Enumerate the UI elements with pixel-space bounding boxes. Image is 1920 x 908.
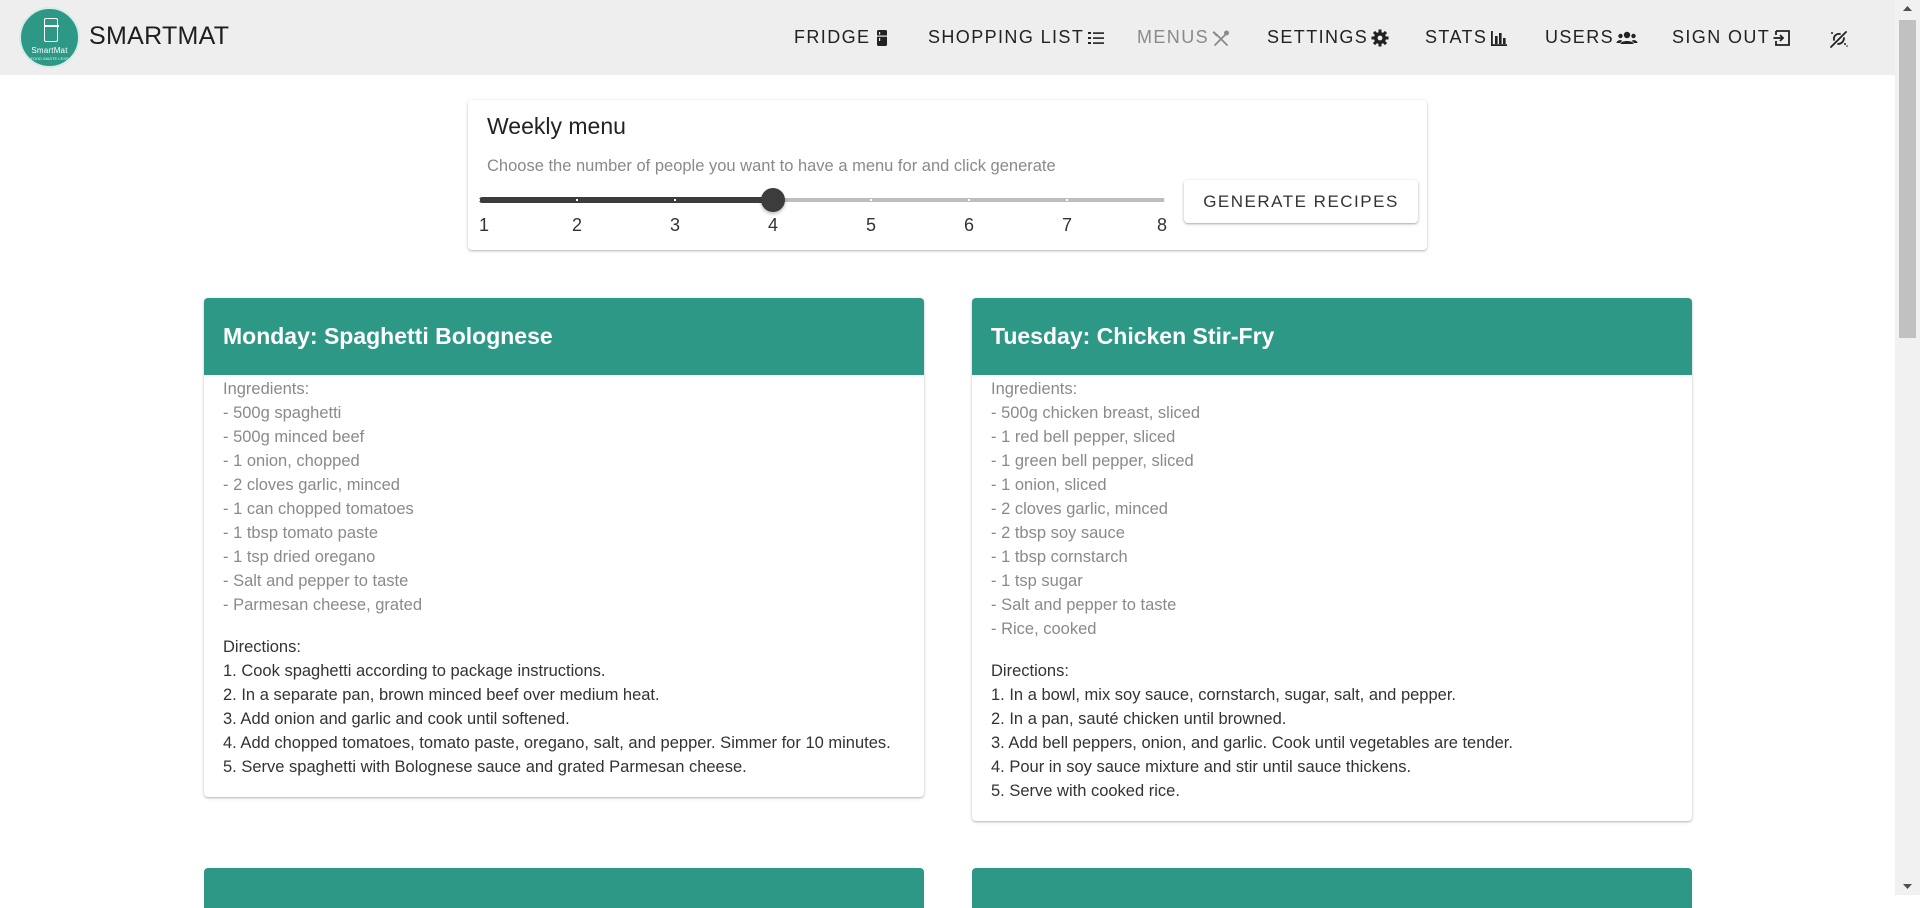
nav-shopping-list-label: SHOPPING LIST [928,27,1085,47]
app-brand: SMARTMAT [89,22,230,50]
recipe-title: Monday: Spaghetti Bolognese [204,298,924,375]
logo-subtext: FOOD WASTE LESS [30,56,69,61]
ingredient-item: - 1 tbsp cornstarch [991,548,1128,566]
nav-menus-label: MENUS [1137,27,1210,47]
bar-chart-icon [1489,28,1509,48]
weekly-menu-title: Weekly menu [487,113,626,139]
directions-section: Directions: 1. Cook spaghetti according … [223,635,905,779]
direction-step: 5. Serve spaghetti with Bolognese sauce … [223,758,747,776]
slider-mark-label[interactable]: 8 [1157,215,1167,236]
ingredients-label: Ingredients: [991,380,1078,398]
slider-mark-label[interactable]: 5 [866,215,876,236]
ingredients-section: Ingredients: - 500g chicken breast, slic… [991,377,1673,641]
slider-mark-label[interactable]: 6 [964,215,974,236]
ingredient-item: - Salt and pepper to taste [223,572,409,590]
ingredient-item: - 1 tsp dried oregano [223,548,376,566]
slider-thumb[interactable] [761,188,785,212]
ingredient-item: - 1 tbsp tomato paste [223,524,379,542]
ingredient-item: - 2 cloves garlic, minced [991,500,1168,518]
direction-step: 5. Serve with cooked rice. [991,782,1180,800]
list-icon [1086,28,1106,48]
ingredient-item: - 500g minced beef [223,428,365,446]
directions-label: Directions: [223,638,301,656]
direction-step: 4. Add chopped tomatoes, tomato paste, o… [223,734,891,752]
slider-mark-label[interactable]: 3 [670,215,680,236]
ingredient-item: - 1 onion, chopped [223,452,360,470]
fridge-icon [872,28,892,48]
slider-tick [968,199,970,201]
recipe-card-tuesday: Tuesday: Chicken Stir-Fry Ingredients: -… [972,298,1692,821]
ingredients-label: Ingredients: [223,380,310,398]
ingredient-item: - 500g spaghetti [223,404,342,422]
direction-step: 1. In a bowl, mix soy sauce, cornstarch,… [991,686,1456,704]
direction-step: 4. Pour in soy sauce mixture and stir un… [991,758,1412,776]
nav-sign-out-label: SIGN OUT [1672,27,1771,47]
direction-step: 3. Add bell peppers, onion, and garlic. … [991,734,1513,752]
logo-text: SmartMat [31,46,68,55]
direction-step: 1. Cook spaghetti according to package i… [223,662,606,680]
slider-mark-label[interactable]: 7 [1062,215,1072,236]
direction-step: 2. In a separate pan, brown minced beef … [223,686,660,704]
directions-label: Directions: [991,662,1069,680]
ingredient-item: - 1 onion, sliced [991,476,1107,494]
recipe-card-monday: Monday: Spaghetti Bolognese Ingredients:… [204,298,924,797]
direction-step: 3. Add onion and garlic and cook until s… [223,710,570,728]
weekly-menu-card: Weekly menu Choose the number of people … [468,100,1427,250]
nav-users-label: USERS [1545,27,1615,47]
scroll-up-arrow-icon[interactable] [1895,0,1920,17]
recipe-title: Tuesday: Chicken Stir-Fry [972,298,1692,375]
gear-icon [1370,28,1390,48]
slider-tick [870,199,872,201]
ingredient-item: - 1 green bell pepper, sliced [991,452,1194,470]
ingredient-item: - Salt and pepper to taste [991,596,1177,614]
weekly-menu-subtitle: Choose the number of people you want to … [487,157,1056,175]
nav-stats[interactable]: STATS [1425,0,1509,75]
page-scrollbar[interactable] [1895,0,1920,895]
generate-recipes-button[interactable]: GENERATE RECIPES [1184,180,1418,223]
utensils-icon [1211,28,1231,48]
slider-tick [478,199,480,201]
slider-mark-label[interactable]: 2 [572,215,582,236]
nav-stats-label: STATS [1425,27,1488,47]
nav-users[interactable]: USERS [1545,0,1638,75]
ingredient-item: - 2 tbsp soy sauce [991,524,1125,542]
app-logo[interactable]: SmartMat FOOD WASTE LESS [19,7,80,68]
ingredient-item: - Parmesan cheese, grated [223,596,423,614]
directions-section: Directions: 1. In a bowl, mix soy sauce,… [991,659,1673,803]
theme-toggle-icon [1828,28,1848,48]
slider-track [479,197,773,203]
ingredient-item: - 1 can chopped tomatoes [223,500,414,518]
fridge-logo-icon [43,18,59,42]
ingredients-section: Ingredients: - 500g spaghetti - 500g min… [223,377,905,617]
ingredient-item: - 1 red bell pepper, sliced [991,428,1176,446]
theme-toggle[interactable] [1826,0,1848,75]
slider-tick [576,199,578,201]
recipe-card-header-partial [972,868,1692,908]
ingredient-item: - 2 cloves garlic, minced [223,476,400,494]
people-slider[interactable]: 1 2 3 4 5 6 7 8 [478,185,1167,245]
slider-tick [1066,199,1068,201]
ingredient-item: - 500g chicken breast, sliced [991,404,1201,422]
slider-mark-label[interactable]: 4 [768,215,778,236]
app-bar: SmartMat FOOD WASTE LESS SMARTMAT FRIDGE… [0,0,1895,75]
nav-sign-out[interactable]: SIGN OUT [1672,0,1792,75]
users-icon [1616,28,1638,48]
sign-out-icon [1772,28,1792,48]
slider-tick [674,199,676,201]
ingredient-item: - 1 tsp sugar [991,572,1083,590]
nav-menus[interactable]: MENUS [1137,0,1231,75]
nav-settings[interactable]: SETTINGS [1267,0,1390,75]
slider-tick [1164,199,1166,201]
slider-mark-label[interactable]: 1 [479,215,489,236]
nav-fridge-label: FRIDGE [794,27,871,47]
nav-settings-label: SETTINGS [1267,27,1369,47]
scroll-down-arrow-icon[interactable] [1895,878,1920,895]
recipe-card-header-partial [204,868,924,908]
direction-step: 2. In a pan, sauté chicken until browned… [991,710,1287,728]
nav-shopping-list[interactable]: SHOPPING LIST [928,0,1106,75]
nav-fridge[interactable]: FRIDGE [794,0,892,75]
ingredient-item: - Rice, cooked [991,620,1097,638]
scrollbar-thumb[interactable] [1899,20,1916,338]
